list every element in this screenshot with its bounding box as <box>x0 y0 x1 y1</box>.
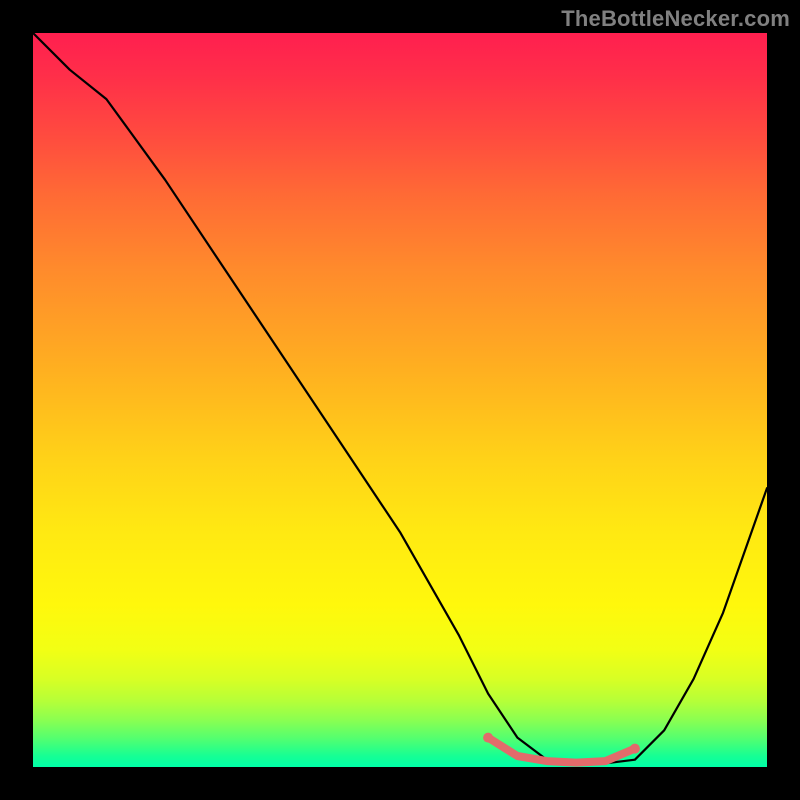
chart-frame: TheBottleNecker.com <box>0 0 800 800</box>
bottleneck-curve <box>33 33 767 767</box>
main-curve-path <box>33 33 767 763</box>
highlight-start-dot <box>483 733 493 743</box>
highlight-end-dot <box>630 744 640 754</box>
highlight-segment-path <box>488 738 635 763</box>
plot-area <box>33 33 767 767</box>
watermark-label: TheBottleNecker.com <box>561 6 790 32</box>
